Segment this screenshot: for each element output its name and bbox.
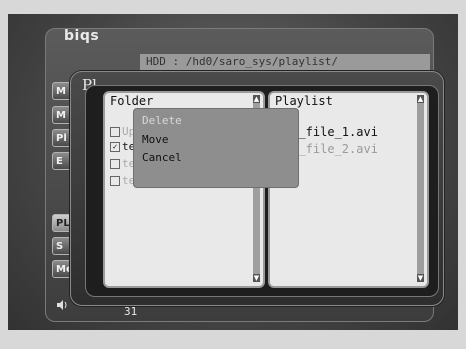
path-bar: HDD : /hd0/saro_sys/playlist/ xyxy=(140,54,430,70)
checkbox-icon[interactable] xyxy=(110,159,120,169)
delete-menu-item[interactable]: Delete xyxy=(142,114,182,127)
playlist-pane-header: Playlist xyxy=(275,94,333,108)
scroll-down-icon[interactable]: ▼ xyxy=(417,274,424,282)
scroll-up-icon[interactable]: ▲ xyxy=(253,95,260,103)
brand-logo: biqs xyxy=(64,28,100,44)
tv-screen: biqs HDD : /hd0/saro_sys/playlist/ M M P… xyxy=(0,0,466,349)
scroll-up-icon[interactable]: ▲ xyxy=(417,95,424,103)
context-menu: Delete Move Cancel xyxy=(133,108,299,188)
screen-frame-top xyxy=(0,0,466,14)
folder-item[interactable]: te xyxy=(110,157,135,170)
folder-item[interactable]: ✓ te xyxy=(110,140,135,153)
scroll-down-icon[interactable]: ▼ xyxy=(253,274,260,282)
folder-item[interactable]: Up xyxy=(110,125,135,138)
screen-frame-bottom xyxy=(0,330,466,349)
cancel-menu-item[interactable]: Cancel xyxy=(142,151,182,164)
playlist-scrollbar[interactable]: ▲ ▼ xyxy=(417,95,424,282)
move-menu-item[interactable]: Move xyxy=(142,133,169,146)
folder-pane-header: Folder xyxy=(110,94,154,108)
speaker-icon xyxy=(56,300,68,313)
volume-value: 31 xyxy=(124,305,138,318)
folder-item[interactable]: te xyxy=(110,174,135,187)
screen-frame-left xyxy=(0,0,8,349)
checkbox-checked-icon[interactable]: ✓ xyxy=(110,142,120,152)
checkbox-icon[interactable] xyxy=(110,127,120,137)
checkbox-icon[interactable] xyxy=(110,176,120,186)
screen-frame-right xyxy=(458,0,466,349)
